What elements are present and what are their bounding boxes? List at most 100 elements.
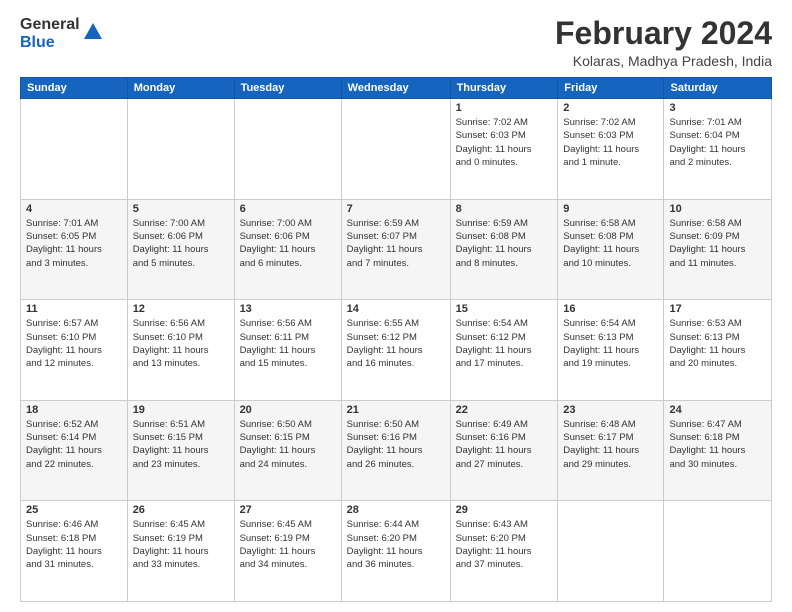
day-info: Sunrise: 6:57 AM Sunset: 6:10 PM Dayligh… bbox=[26, 317, 122, 370]
logo: General Blue bbox=[20, 16, 104, 52]
logo-text: General Blue bbox=[20, 16, 80, 52]
day-info: Sunrise: 7:02 AM Sunset: 6:03 PM Dayligh… bbox=[563, 116, 658, 169]
day-info: Sunrise: 6:54 AM Sunset: 6:12 PM Dayligh… bbox=[456, 317, 553, 370]
calendar-cell: 17 Sunrise: 6:53 AM Sunset: 6:13 PM Dayli… bbox=[664, 300, 772, 401]
calendar-cell: 5 Sunrise: 7:00 AM Sunset: 6:06 PM Daylig… bbox=[127, 199, 234, 300]
day-info: Sunrise: 6:54 AM Sunset: 6:13 PM Dayligh… bbox=[563, 317, 658, 370]
day-info: Sunrise: 6:45 AM Sunset: 6:19 PM Dayligh… bbox=[240, 518, 336, 571]
day-number: 16 bbox=[563, 303, 658, 315]
calendar-cell: 16 Sunrise: 6:54 AM Sunset: 6:13 PM Dayli… bbox=[558, 300, 664, 401]
day-number: 28 bbox=[347, 504, 445, 516]
calendar-table: Sunday Monday Tuesday Wednesday Thursday… bbox=[20, 77, 772, 602]
day-number: 18 bbox=[26, 404, 122, 416]
day-number: 15 bbox=[456, 303, 553, 315]
day-info: Sunrise: 7:01 AM Sunset: 6:05 PM Dayligh… bbox=[26, 217, 122, 270]
day-info: Sunrise: 6:48 AM Sunset: 6:17 PM Dayligh… bbox=[563, 418, 658, 471]
day-number: 13 bbox=[240, 303, 336, 315]
day-info: Sunrise: 6:44 AM Sunset: 6:20 PM Dayligh… bbox=[347, 518, 445, 571]
day-info: Sunrise: 6:45 AM Sunset: 6:19 PM Dayligh… bbox=[133, 518, 229, 571]
day-info: Sunrise: 7:02 AM Sunset: 6:03 PM Dayligh… bbox=[456, 116, 553, 169]
logo-line1: General bbox=[20, 16, 80, 34]
calendar-cell bbox=[234, 99, 341, 200]
calendar-cell bbox=[127, 99, 234, 200]
day-info: Sunrise: 7:01 AM Sunset: 6:04 PM Dayligh… bbox=[669, 116, 766, 169]
logo-icon bbox=[82, 21, 104, 43]
calendar-cell: 4 Sunrise: 7:01 AM Sunset: 6:05 PM Daylig… bbox=[21, 199, 128, 300]
day-info: Sunrise: 6:56 AM Sunset: 6:11 PM Dayligh… bbox=[240, 317, 336, 370]
calendar-cell: 10Sunrise: 6:58 AM Sunset: 6:09 PM Dayli… bbox=[664, 199, 772, 300]
col-tuesday: Tuesday bbox=[234, 78, 341, 99]
calendar-week-row: 18 Sunrise: 6:52 AM Sunset: 6:14 PM Dayli… bbox=[21, 400, 772, 501]
col-sunday: Sunday bbox=[21, 78, 128, 99]
day-info: Sunrise: 6:55 AM Sunset: 6:12 PM Dayligh… bbox=[347, 317, 445, 370]
day-info: Sunrise: 6:43 AM Sunset: 6:20 PM Dayligh… bbox=[456, 518, 553, 571]
calendar-cell: 24Sunrise: 6:47 AM Sunset: 6:18 PM Dayli… bbox=[664, 400, 772, 501]
calendar-header: Sunday Monday Tuesday Wednesday Thursday… bbox=[21, 78, 772, 99]
day-info: Sunrise: 6:59 AM Sunset: 6:08 PM Dayligh… bbox=[456, 217, 553, 270]
calendar-body: 1Sunrise: 7:02 AM Sunset: 6:03 PM Daylig… bbox=[21, 99, 772, 602]
calendar-cell: 9 Sunrise: 6:58 AM Sunset: 6:08 PM Daylig… bbox=[558, 199, 664, 300]
day-number: 27 bbox=[240, 504, 336, 516]
day-number: 25 bbox=[26, 504, 122, 516]
day-number: 3 bbox=[669, 102, 766, 114]
calendar-cell: 29 Sunrise: 6:43 AM Sunset: 6:20 PM Dayli… bbox=[450, 501, 558, 602]
calendar-cell: 15 Sunrise: 6:54 AM Sunset: 6:12 PM Dayli… bbox=[450, 300, 558, 401]
calendar-cell bbox=[664, 501, 772, 602]
day-number: 9 bbox=[563, 203, 658, 215]
day-info: Sunrise: 6:56 AM Sunset: 6:10 PM Dayligh… bbox=[133, 317, 229, 370]
day-number: 12 bbox=[133, 303, 229, 315]
subtitle: Kolaras, Madhya Pradesh, India bbox=[555, 53, 772, 69]
day-number: 26 bbox=[133, 504, 229, 516]
main-title: February 2024 bbox=[555, 16, 772, 51]
calendar-cell: 27 Sunrise: 6:45 AM Sunset: 6:19 PM Dayli… bbox=[234, 501, 341, 602]
day-number: 11 bbox=[26, 303, 122, 315]
calendar-cell: 6 Sunrise: 7:00 AM Sunset: 6:06 PM Daylig… bbox=[234, 199, 341, 300]
logo-line2: Blue bbox=[20, 34, 80, 52]
calendar-cell: 8Sunrise: 6:59 AM Sunset: 6:08 PM Daylig… bbox=[450, 199, 558, 300]
page: General Blue February 2024 Kolaras, Madh… bbox=[0, 0, 792, 612]
calendar-week-row: 25 Sunrise: 6:46 AM Sunset: 6:18 PM Dayli… bbox=[21, 501, 772, 602]
day-number: 19 bbox=[133, 404, 229, 416]
day-number: 29 bbox=[456, 504, 553, 516]
day-info: Sunrise: 6:50 AM Sunset: 6:15 PM Dayligh… bbox=[240, 418, 336, 471]
calendar-cell: 22 Sunrise: 6:49 AM Sunset: 6:16 PM Dayli… bbox=[450, 400, 558, 501]
calendar-cell: 12 Sunrise: 6:56 AM Sunset: 6:10 PM Dayli… bbox=[127, 300, 234, 401]
calendar-cell: 21Sunrise: 6:50 AM Sunset: 6:16 PM Dayli… bbox=[341, 400, 450, 501]
calendar-cell bbox=[558, 501, 664, 602]
day-number: 2 bbox=[563, 102, 658, 114]
day-number: 21 bbox=[347, 404, 445, 416]
calendar-cell: 11 Sunrise: 6:57 AM Sunset: 6:10 PM Dayli… bbox=[21, 300, 128, 401]
calendar-cell: 2 Sunrise: 7:02 AM Sunset: 6:03 PM Daylig… bbox=[558, 99, 664, 200]
calendar-cell: 20 Sunrise: 6:50 AM Sunset: 6:15 PM Dayli… bbox=[234, 400, 341, 501]
day-number: 6 bbox=[240, 203, 336, 215]
day-info: Sunrise: 6:58 AM Sunset: 6:08 PM Dayligh… bbox=[563, 217, 658, 270]
calendar-week-row: 11 Sunrise: 6:57 AM Sunset: 6:10 PM Dayli… bbox=[21, 300, 772, 401]
calendar-week-row: 4 Sunrise: 7:01 AM Sunset: 6:05 PM Daylig… bbox=[21, 199, 772, 300]
calendar-cell: 23 Sunrise: 6:48 AM Sunset: 6:17 PM Dayli… bbox=[558, 400, 664, 501]
day-number: 5 bbox=[133, 203, 229, 215]
day-info: Sunrise: 6:49 AM Sunset: 6:16 PM Dayligh… bbox=[456, 418, 553, 471]
day-info: Sunrise: 7:00 AM Sunset: 6:06 PM Dayligh… bbox=[240, 217, 336, 270]
calendar-cell: 7Sunrise: 6:59 AM Sunset: 6:07 PM Daylig… bbox=[341, 199, 450, 300]
day-info: Sunrise: 6:46 AM Sunset: 6:18 PM Dayligh… bbox=[26, 518, 122, 571]
calendar-cell: 13 Sunrise: 6:56 AM Sunset: 6:11 PM Dayli… bbox=[234, 300, 341, 401]
calendar-cell: 1Sunrise: 7:02 AM Sunset: 6:03 PM Daylig… bbox=[450, 99, 558, 200]
day-number: 4 bbox=[26, 203, 122, 215]
day-number: 22 bbox=[456, 404, 553, 416]
title-block: February 2024 Kolaras, Madhya Pradesh, I… bbox=[555, 16, 772, 69]
day-number: 20 bbox=[240, 404, 336, 416]
day-number: 7 bbox=[347, 203, 445, 215]
weekday-header-row: Sunday Monday Tuesday Wednesday Thursday… bbox=[21, 78, 772, 99]
day-info: Sunrise: 6:53 AM Sunset: 6:13 PM Dayligh… bbox=[669, 317, 766, 370]
day-info: Sunrise: 7:00 AM Sunset: 6:06 PM Dayligh… bbox=[133, 217, 229, 270]
day-info: Sunrise: 6:52 AM Sunset: 6:14 PM Dayligh… bbox=[26, 418, 122, 471]
col-monday: Monday bbox=[127, 78, 234, 99]
calendar-week-row: 1Sunrise: 7:02 AM Sunset: 6:03 PM Daylig… bbox=[21, 99, 772, 200]
day-info: Sunrise: 6:58 AM Sunset: 6:09 PM Dayligh… bbox=[669, 217, 766, 270]
day-number: 23 bbox=[563, 404, 658, 416]
calendar-cell: 25 Sunrise: 6:46 AM Sunset: 6:18 PM Dayli… bbox=[21, 501, 128, 602]
calendar-cell: 18 Sunrise: 6:52 AM Sunset: 6:14 PM Dayli… bbox=[21, 400, 128, 501]
day-number: 17 bbox=[669, 303, 766, 315]
col-saturday: Saturday bbox=[664, 78, 772, 99]
day-info: Sunrise: 6:51 AM Sunset: 6:15 PM Dayligh… bbox=[133, 418, 229, 471]
